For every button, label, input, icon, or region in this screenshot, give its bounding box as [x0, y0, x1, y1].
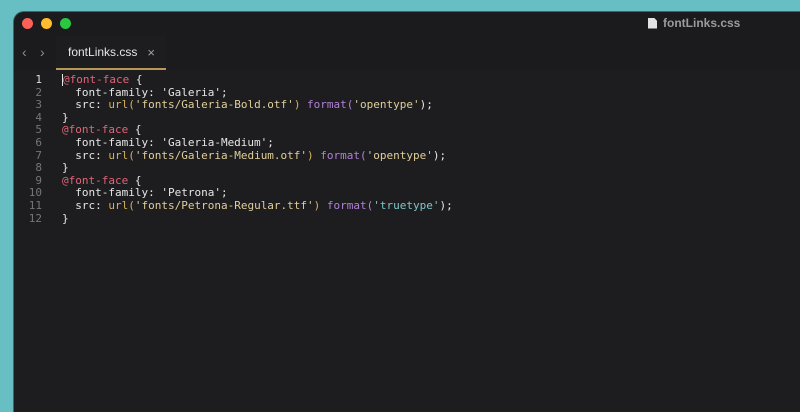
code-token: font-family: 'Galeria-Medium'; [62, 135, 274, 149]
forward-chevron-icon[interactable]: › [40, 44, 45, 60]
window-title-text: fontLinks.css [663, 16, 741, 30]
code-text: src: url('fonts/Galeria-Bold.otf') forma… [62, 98, 433, 112]
code-token: font-family: 'Petrona'; [62, 186, 228, 200]
code-token: url( [108, 98, 135, 112]
code-token: } [62, 110, 69, 124]
code-token: format( [313, 148, 367, 162]
tab-label: fontLinks.css [68, 45, 138, 59]
file-icon [648, 17, 657, 29]
minimize-window-button[interactable] [41, 18, 52, 29]
zoom-window-button[interactable] [60, 18, 71, 29]
code-token: { [128, 123, 142, 137]
code-token: font-family: 'Galeria'; [62, 85, 228, 99]
code-token: { [129, 73, 143, 86]
tab-bar: ‹ › fontLinks.css × [14, 36, 800, 71]
code-token: } [62, 211, 69, 225]
code-token: @font-face [63, 73, 130, 86]
code-token: ); [419, 98, 433, 112]
code-token: @font-face [62, 173, 129, 187]
line-number: 12 [28, 211, 42, 225]
line-number: 8 [35, 161, 42, 175]
line-number: 11 [28, 198, 42, 212]
code-line[interactable]: 12} [14, 211, 800, 226]
code-token: url( [108, 198, 135, 212]
code-editor[interactable]: 1 @font-face {2 font-family: 'Galeria'; 3 … [14, 70, 800, 412]
window-controls [22, 18, 71, 29]
code-token: src: [62, 98, 109, 112]
tab-fontlinks-css[interactable]: fontLinks.css × [56, 36, 166, 70]
line-number: 3 [35, 98, 42, 112]
code-token: ); [432, 148, 447, 162]
code-token: url( [108, 148, 135, 162]
window-title: fontLinks.css [648, 16, 740, 30]
line-number: 6 [35, 135, 42, 149]
code-token: format( [320, 198, 374, 212]
close-window-button[interactable] [22, 18, 33, 29]
editor-window: fontLinks.css ‹ › fontLinks.css × 1 @font… [14, 12, 800, 412]
code-text: } [62, 211, 69, 226]
code-token: 'opentype' [366, 148, 433, 162]
code-token: } [62, 161, 69, 175]
code-token: format( [300, 98, 354, 112]
code-line[interactable]: 11 src: url('fonts/Petrona-Regular.ttf')… [14, 198, 800, 213]
back-chevron-icon[interactable]: ‹ [22, 44, 27, 60]
code-token: 'fonts/Petrona-Regular.ttf' [134, 198, 314, 212]
code-token: src: [62, 198, 109, 212]
code-line[interactable]: 3 src: url('fonts/Galeria-Bold.otf') for… [14, 98, 800, 112]
code-token: { [128, 173, 142, 187]
code-token: 'truetype' [373, 198, 440, 212]
title-bar: fontLinks.css [14, 12, 800, 36]
code-token: ); [439, 198, 453, 212]
code-token: ) [307, 148, 314, 162]
line-number: 1 [35, 73, 42, 86]
code-text: src: url('fonts/Galeria-Medium.otf') for… [62, 148, 447, 163]
code-line[interactable]: 7 src: url('fonts/Galeria-Medium.otf') f… [14, 148, 800, 163]
code-text: src: url('fonts/Petrona-Regular.ttf') fo… [62, 198, 453, 213]
code-token: 'fonts/Galeria-Bold.otf' [134, 98, 294, 112]
code-token: @font-face [62, 123, 129, 137]
close-tab-icon[interactable]: × [147, 45, 155, 60]
code-token: 'fonts/Galeria-Medium.otf' [134, 148, 308, 162]
code-token: 'opentype' [353, 98, 420, 112]
code-token: src: [62, 148, 109, 162]
